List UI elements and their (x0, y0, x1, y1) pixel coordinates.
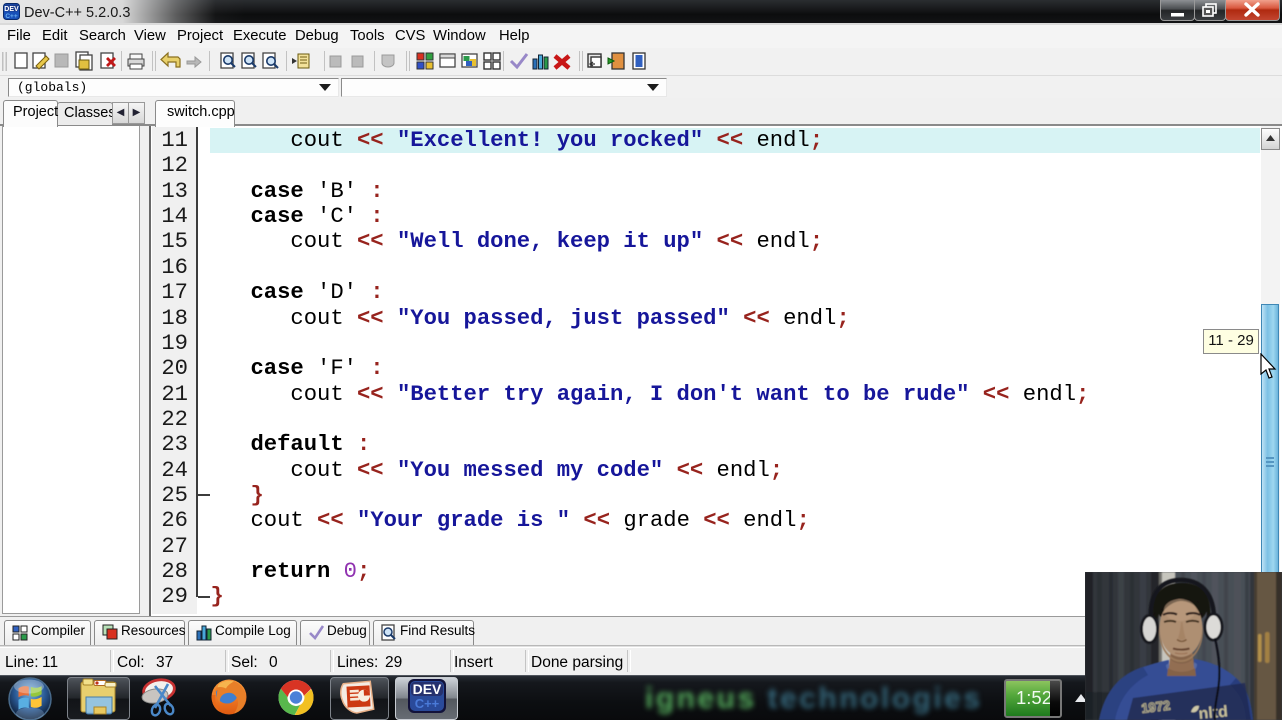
svg-text:C++: C++ (5, 13, 17, 20)
svg-text:DEV: DEV (413, 681, 442, 697)
svg-text:C++: C++ (415, 696, 440, 711)
svg-text:DEV: DEV (4, 6, 19, 13)
